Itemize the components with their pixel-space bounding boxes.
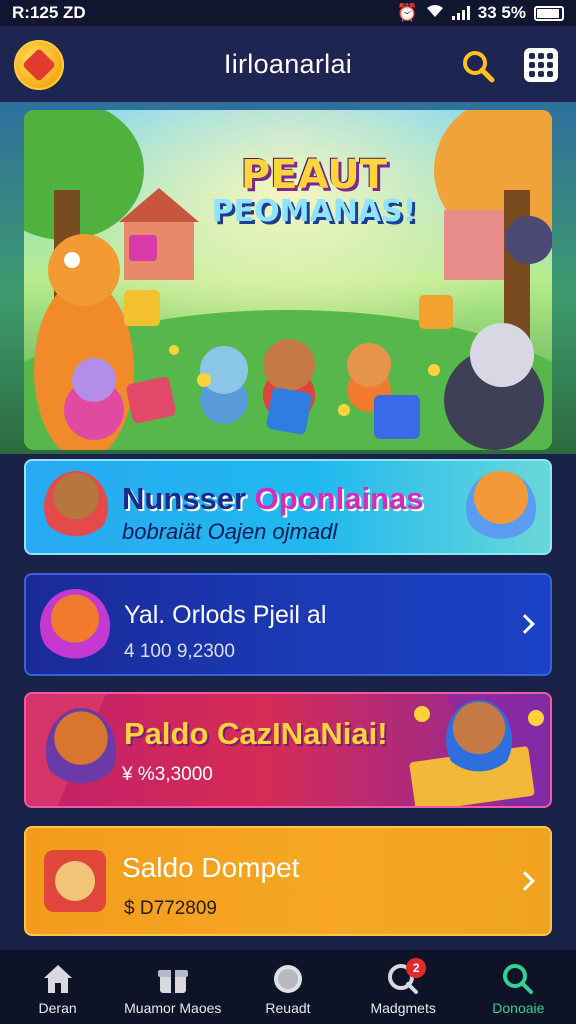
nav-label-search: Donoaie xyxy=(492,1000,545,1016)
fox-mascot-icon xyxy=(466,471,536,545)
cat-mascot-icon xyxy=(40,589,110,663)
chevron-right-icon[interactable] xyxy=(515,871,535,891)
card1-subtitle: bobraiät Oajen ojmadl xyxy=(122,519,338,544)
battery-icon xyxy=(534,5,564,21)
app-title: Iirloanarlai xyxy=(223,48,353,79)
card3-title: Paldo CazINaNiai! xyxy=(124,716,388,751)
nav-item-chat[interactable]: 2 Madgmets xyxy=(346,950,461,1024)
nav-item-home[interactable]: Deran xyxy=(0,950,115,1024)
notification-badge: 2 xyxy=(406,958,427,978)
card2-subtitle: 4 100 9,2300 xyxy=(124,641,235,662)
nav-label-home: Deran xyxy=(38,1000,77,1016)
coin-icon xyxy=(271,962,305,996)
hero-banner[interactable]: PEAUT PEOMANAS! xyxy=(24,110,552,450)
nav-item-gift[interactable]: Muamor Maoes xyxy=(115,950,230,1024)
home-icon xyxy=(41,962,75,996)
nav-label-coin: Reuadt xyxy=(265,1000,311,1016)
nav-item-coin[interactable]: Reuadt xyxy=(230,950,345,1024)
card2-title: Yal. Orlods Pjeil al xyxy=(124,601,327,629)
bear-mascot-icon xyxy=(446,700,512,780)
bottom-navigation: Deran Muamor Maoes Reuadt 2 Madgmets Don… xyxy=(0,950,576,1024)
monkey-mascot-icon xyxy=(44,471,108,543)
promo-card-cyan[interactable]: Nunsser Oponlainas bobraiät Oajen ojmadl xyxy=(24,459,552,555)
chevron-right-icon[interactable] xyxy=(515,614,535,634)
status-icons: ⏰ 33 5% xyxy=(397,3,564,23)
signal-icon xyxy=(451,6,470,20)
nav-label-gift: Muamor Maoes xyxy=(124,1000,222,1016)
wallet-mascot-icon xyxy=(44,850,106,912)
app-header: Iirloanarlai xyxy=(0,26,576,102)
battery-percent: 33 5% xyxy=(477,3,526,22)
card3-subtitle: ¥ %3,3000 xyxy=(122,764,213,785)
promo-card-pink[interactable]: Paldo CazINaNiai! ¥ %3,3000 xyxy=(24,692,552,808)
tiger-mascot-icon xyxy=(46,708,116,794)
hero-title-line1: PEAUT xyxy=(240,152,388,198)
hero-title-line2: PEOMANAS! xyxy=(211,194,417,229)
search-icon xyxy=(501,962,535,996)
chat-icon: 2 xyxy=(386,958,427,996)
wifi-icon xyxy=(426,3,444,23)
card1-title-part2: Oponlainas xyxy=(254,481,424,516)
nav-label-chat: Madgmets xyxy=(370,1000,436,1016)
promo-card-blue[interactable]: Yal. Orlods Pjeil al 4 100 9,2300 xyxy=(24,573,552,676)
card1-title-part1: Nunsser xyxy=(122,481,247,516)
card4-title: Saldo Dompet xyxy=(122,852,300,883)
status-bar: R:125 ZD ⏰ 33 5% xyxy=(0,0,576,26)
grid-menu-icon[interactable] xyxy=(524,48,558,82)
card4-subtitle: $ D772809 xyxy=(124,898,217,919)
hero-title: PEAUT PEOMANAS! xyxy=(174,154,454,228)
alarm-icon: ⏰ xyxy=(396,3,418,22)
nav-item-search[interactable]: Donoaie xyxy=(461,950,576,1024)
app-logo-icon[interactable] xyxy=(14,40,64,90)
search-icon[interactable] xyxy=(460,48,496,84)
card1-title: Nunsser Oponlainas xyxy=(122,481,423,517)
wallet-card[interactable]: Saldo Dompet $ D772809 xyxy=(24,826,552,936)
gift-icon xyxy=(156,962,190,996)
status-time: R:125 ZD xyxy=(12,3,86,22)
